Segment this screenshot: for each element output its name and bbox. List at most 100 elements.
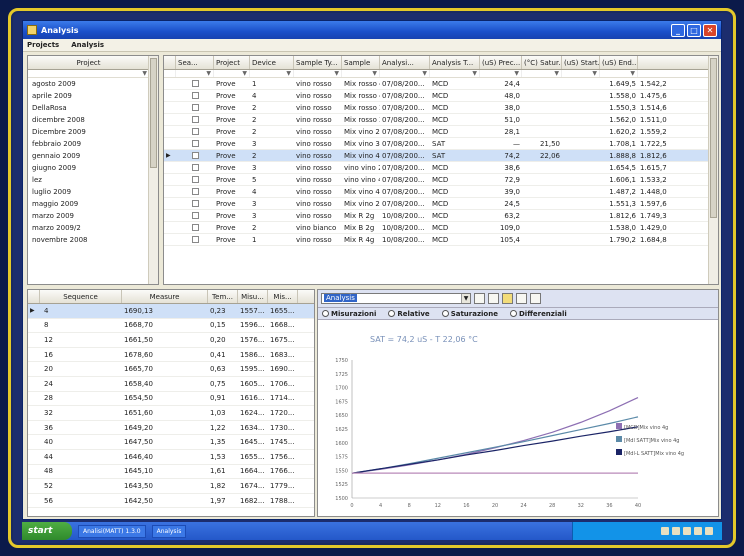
taskbar-task-analysis[interactable]: Analysis <box>151 524 187 538</box>
column-filter-icon[interactable]: ▼ <box>380 70 430 77</box>
column-filter-icon[interactable]: ▼ <box>342 70 380 77</box>
table-row[interactable]: Prove 2 vino rosso Mix rosso 2g07/08/200...… <box>164 114 718 126</box>
table-row[interactable]: 44 1646,40 1,53 1655... 1756... <box>28 450 314 465</box>
analysis-combo[interactable]: Analysis ▼ <box>321 293 471 304</box>
project-list-item[interactable]: lez <box>28 174 158 186</box>
table-row[interactable]: Prove 3 vino rosso Mix vino 2g07/08/200... M… <box>164 198 718 210</box>
row-select-checkbox[interactable] <box>176 150 214 162</box>
samples-column-header[interactable]: Analysis T... <box>430 56 480 69</box>
row-select-checkbox[interactable] <box>176 222 214 234</box>
zoom-out-icon[interactable] <box>488 293 499 304</box>
sequence-column-header[interactable]: Tem... <box>208 290 238 303</box>
column-filter-icon[interactable]: ▼ <box>294 70 342 77</box>
row-select-checkbox[interactable] <box>176 186 214 198</box>
project-list-item[interactable]: agosto 2009 <box>28 78 158 90</box>
project-list-item[interactable]: marzo 2009 <box>28 210 158 222</box>
radio-relative[interactable]: Relative <box>388 310 430 318</box>
column-filter-icon[interactable]: ▼ <box>250 70 294 77</box>
table-row[interactable]: 32 1651,60 1,03 1624... 1720... <box>28 406 314 421</box>
samples-column-header[interactable]: Sea... <box>176 56 214 69</box>
close-button[interactable]: ✕ <box>703 23 717 37</box>
row-select-checkbox[interactable] <box>176 162 214 174</box>
project-list-item[interactable]: luglio 2009 <box>28 186 158 198</box>
sequence-column-header[interactable]: Mis... <box>268 290 298 303</box>
project-list-item[interactable]: febbraio 2009 <box>28 138 158 150</box>
table-row[interactable]: 20 1665,70 0,63 1595... 1690... <box>28 362 314 377</box>
tray-icon[interactable] <box>694 527 702 535</box>
table-row[interactable]: ▶ 4 1690,13 0,23 1557... 1655... <box>28 304 314 319</box>
table-row[interactable]: Prove 4 vino rosso Mix vino 4g07/08/200... M… <box>164 186 718 198</box>
table-row[interactable]: 48 1645,10 1,61 1664... 1766... <box>28 465 314 480</box>
project-list-item[interactable]: DellaRosa <box>28 102 158 114</box>
table-row[interactable]: Prove 3 vino rosso Mix R 2g 10/08/200... MCD 6… <box>164 210 718 222</box>
project-list-item[interactable]: giugno 2009 <box>28 162 158 174</box>
table-row[interactable]: Prove 2 vino bianco Mix B 2g 10/08/200... MCD… <box>164 222 718 234</box>
row-select-checkbox[interactable] <box>176 90 214 102</box>
radio-misurazioni[interactable]: Misurazioni <box>322 310 376 318</box>
radio-saturazione[interactable]: Saturazione <box>441 310 498 318</box>
samples-column-header[interactable]: (uS) End... <box>600 56 638 69</box>
project-list-item[interactable]: marzo 2009/2 <box>28 222 158 234</box>
tray-icon[interactable] <box>705 527 713 535</box>
column-filter-icon[interactable]: ▼ <box>214 70 250 77</box>
row-select-checkbox[interactable] <box>176 126 214 138</box>
samples-column-header[interactable]: (uS) Prec... <box>480 56 522 69</box>
row-select-checkbox[interactable] <box>176 174 214 186</box>
start-button[interactable]: start <box>22 522 72 540</box>
project-list-item[interactable]: novembre 2008 <box>28 234 158 246</box>
sequence-column-header[interactable]: Sequence <box>40 290 122 303</box>
table-row[interactable]: 24 1658,40 0,75 1605... 1706... <box>28 377 314 392</box>
row-select-checkbox[interactable] <box>176 114 214 126</box>
table-row[interactable]: Prove 2 vino rosso Mix rosso 2g07/08/200...… <box>164 102 718 114</box>
project-list-item[interactable]: gennaio 2009 <box>28 150 158 162</box>
print-icon[interactable] <box>530 293 541 304</box>
table-row[interactable]: Prove 3 vino rosso vino vino 2 07/08/200... M… <box>164 162 718 174</box>
save-icon[interactable] <box>516 293 527 304</box>
row-select-checkbox[interactable] <box>176 138 214 150</box>
column-filter-icon[interactable]: ▼ <box>562 70 600 77</box>
column-filter-icon[interactable]: ▼ <box>480 70 522 77</box>
row-select-checkbox[interactable] <box>176 198 214 210</box>
table-row[interactable]: 12 1661,50 0,20 1576... 1675... <box>28 333 314 348</box>
project-column-header[interactable]: Project <box>28 56 150 69</box>
project-list-scrollbar[interactable] <box>148 56 158 284</box>
table-row[interactable]: Prove 2 vino rosso Mix vino 2g07/08/200... M… <box>164 126 718 138</box>
table-row[interactable]: Prove 4 vino rosso Mix rosso 4g07/08/200...… <box>164 90 718 102</box>
minimize-button[interactable]: _ <box>671 23 685 37</box>
samples-column-header[interactable]: (uS) Start... <box>562 56 600 69</box>
samples-column-header[interactable]: (°C) Satur... <box>522 56 562 69</box>
tray-icon[interactable] <box>661 527 669 535</box>
table-row[interactable]: Prove 1 vino rosso Mix rosso 4g07/08/200...… <box>164 78 718 90</box>
row-select-checkbox[interactable] <box>176 102 214 114</box>
row-select-checkbox[interactable] <box>176 210 214 222</box>
sequence-column-header[interactable]: Measure <box>122 290 208 303</box>
samples-grid-scrollbar[interactable] <box>708 56 718 284</box>
table-row[interactable]: 36 1649,20 1,22 1634... 1730... <box>28 421 314 436</box>
radio-differenziali[interactable]: Differenziali <box>509 310 567 318</box>
samples-column-header[interactable]: Analysi... <box>380 56 430 69</box>
column-filter-icon[interactable]: ▼ <box>522 70 562 77</box>
table-row[interactable]: 16 1678,60 0,41 1586... 1683... <box>28 348 314 363</box>
column-filter-icon[interactable]: ▼ <box>600 70 638 77</box>
project-list-item[interactable]: Dicembre 2009 <box>28 126 158 138</box>
table-row[interactable]: ▶ Prove 2 vino rosso Mix vino 4g07/08/200...… <box>164 150 718 162</box>
project-list-item[interactable]: aprile 2009 <box>28 90 158 102</box>
table-row[interactable]: 40 1647,50 1,35 1645... 1745... <box>28 435 314 450</box>
table-row[interactable]: 8 1668,70 0,15 1596... 1668... <box>28 319 314 334</box>
row-select-checkbox[interactable] <box>176 234 214 246</box>
column-filter-icon[interactable]: ▼ <box>176 70 214 77</box>
folder-icon[interactable] <box>502 293 513 304</box>
samples-column-header[interactable]: Sample Ty... <box>294 56 342 69</box>
table-row[interactable]: Prove 1 vino rosso Mix R 4g 10/08/200... MCD 1… <box>164 234 718 246</box>
table-row[interactable]: 56 1642,50 1,97 1682... 1788... <box>28 494 314 509</box>
project-list-item[interactable]: maggio 2009 <box>28 198 158 210</box>
maximize-button[interactable]: □ <box>687 23 701 37</box>
row-select-checkbox[interactable] <box>176 78 214 90</box>
zoom-in-icon[interactable] <box>474 293 485 304</box>
tray-icon[interactable] <box>672 527 680 535</box>
taskbar-task-analisi[interactable]: Analisi(MATT) 1.3.0 <box>78 524 146 538</box>
samples-column-header[interactable]: Project <box>214 56 250 69</box>
sequence-column-header[interactable]: Misu... <box>238 290 268 303</box>
table-row[interactable]: 52 1643,50 1,82 1674... 1779... <box>28 479 314 494</box>
table-row[interactable]: Prove 5 vino rosso vino vino 4 07/08/200... M… <box>164 174 718 186</box>
